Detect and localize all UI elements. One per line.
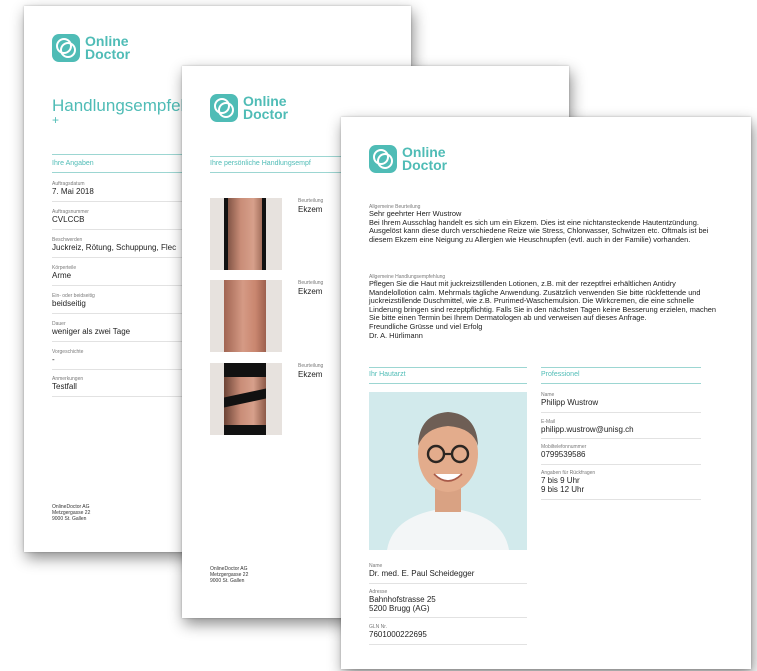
doctor-address: Bahnhofstrasse 25 5200 Brugg (AG) <box>369 595 436 613</box>
company-footer: OnlineDoctor AG Metzgergasse 22 9000 St.… <box>210 566 248 584</box>
field-divider <box>541 499 701 500</box>
professional-callback-times: 7 bis 9 Uhr 9 bis 12 Uhr <box>541 476 585 494</box>
field-divider <box>541 438 701 439</box>
field-value-seitigkeit: beidseitig <box>52 299 86 308</box>
assessment-value: Ekzem <box>298 205 323 214</box>
logo-text-line2: Doctor <box>402 157 448 173</box>
section-divider <box>541 383 701 384</box>
company-footer: OnlineDoctor AG Metzgergasse 22 9000 St.… <box>52 504 90 522</box>
online-doctor-logo-icon <box>52 34 80 62</box>
section-divider <box>541 367 701 368</box>
doctor-portrait-photo <box>369 392 527 550</box>
field-label: Vorgeschichte <box>52 349 84 355</box>
assessment-text: Sehr geehrter Herr Wustrow Bei Ihrem Aus… <box>369 209 709 244</box>
assessment-value: Ekzem <box>298 370 323 379</box>
section-title-handlungsempfehlung: Ihre persönliche Handlungsempf <box>210 160 311 167</box>
field-value-anmerkungen: Testfall <box>52 382 77 391</box>
skin-photo-3 <box>210 363 282 435</box>
assessment-label: Beurteilung <box>298 198 324 204</box>
page-title: Handlungsempfeh <box>52 96 190 115</box>
recommendation-text: Pflegen Sie die Haut mit juckreizstillen… <box>369 279 717 340</box>
online-doctor-logo: Online Doctor <box>210 94 288 122</box>
section-title-professional: Professionel <box>541 371 580 378</box>
assessment-label: Beurteilung <box>298 280 324 286</box>
doctor-gln: 7601000222695 <box>369 630 427 639</box>
section-title-ihre-angaben: Ihre Angaben <box>52 160 94 167</box>
field-divider <box>369 583 527 584</box>
professional-email: philipp.wustrow@unisg.ch <box>541 425 634 434</box>
professional-phone: 0799539586 <box>541 450 586 459</box>
section-title-hautarzt: Ihr Hautarzt <box>369 371 406 378</box>
section-divider <box>369 383 527 384</box>
field-divider <box>369 617 527 618</box>
doctor-name: Dr. med. E. Paul Scheidegger <box>369 569 475 578</box>
logo-text-line2: Doctor <box>85 46 131 62</box>
field-value-auftragsdatum: 7. Mai 2018 <box>52 187 94 196</box>
footer-line: 9000 St. Gallen <box>52 516 87 522</box>
report-page-3: Online Doctor Allgemeine Beurteilung Sehr… <box>341 117 751 669</box>
field-divider <box>369 644 527 645</box>
assessment-value: Ekzem <box>298 287 323 296</box>
section-divider <box>369 367 527 368</box>
field-divider <box>541 464 701 465</box>
skin-photo-1 <box>210 198 282 270</box>
field-value-auftragsnummer: CVLCCB <box>52 215 85 224</box>
field-value-beschwerden: Juckreiz, Rötung, Schuppung, Flec <box>52 243 177 252</box>
professional-name: Philipp Wustrow <box>541 398 599 407</box>
online-doctor-logo-icon <box>369 145 397 173</box>
online-doctor-logo: Online Doctor <box>369 145 447 173</box>
online-doctor-logo: Online Doctor <box>52 34 130 62</box>
field-divider <box>541 412 701 413</box>
skin-photo-2 <box>210 280 282 352</box>
field-value-vorgeschichte: - <box>52 355 55 364</box>
field-value-koerperteile: Arme <box>52 271 72 280</box>
field-value-dauer: weniger als zwei Tage <box>52 327 131 336</box>
online-doctor-logo-icon <box>210 94 238 122</box>
page-title-suffix: + <box>52 113 60 127</box>
assessment-label: Beurteilung <box>298 363 324 369</box>
footer-line: 9000 St. Gallen <box>210 578 245 584</box>
logo-text-line2: Doctor <box>243 106 289 122</box>
